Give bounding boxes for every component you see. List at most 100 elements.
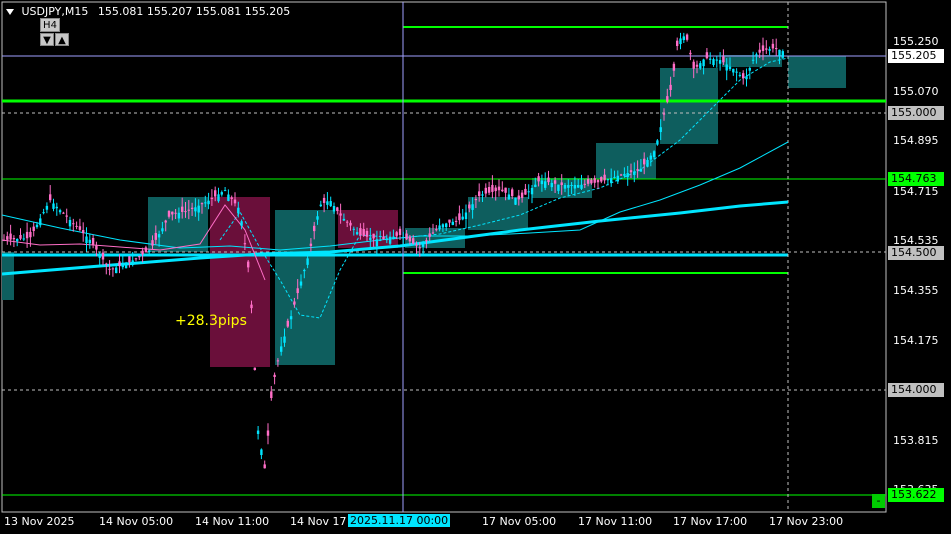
candle-body	[738, 74, 742, 76]
candle-body	[689, 52, 692, 55]
candle-body	[39, 218, 42, 226]
candle-body	[276, 360, 280, 362]
price-chart[interactable]: USDJPY,M15 155.081 155.207 155.081 155.2…	[0, 0, 951, 534]
candle-body	[190, 207, 194, 209]
candle-body	[491, 184, 494, 192]
candle-body	[124, 263, 128, 269]
candle-body	[240, 221, 243, 226]
timeframe-button[interactable]: H4	[40, 18, 60, 32]
candle-body	[362, 228, 365, 236]
candle-body	[329, 201, 332, 207]
candle-body	[636, 169, 639, 171]
candle-body	[174, 212, 177, 214]
candle-body	[408, 236, 412, 242]
candle-body	[768, 49, 771, 51]
candle-body	[233, 199, 237, 204]
candle-body	[471, 204, 474, 210]
dropdown-triangle-icon[interactable]	[6, 9, 14, 15]
minus-button[interactable]: -	[872, 494, 885, 508]
candles-group	[2, 32, 784, 469]
candle-body	[428, 233, 431, 237]
time-label: 14 Nov 05:00	[99, 515, 174, 528]
candle-body	[82, 229, 85, 234]
candle-body	[613, 176, 616, 178]
candle-body	[372, 233, 375, 239]
candle-body	[62, 212, 65, 214]
candle-body	[339, 213, 342, 216]
candle-body	[577, 185, 580, 188]
candle-body	[270, 391, 273, 398]
candle-body	[454, 220, 458, 222]
candle-body	[672, 63, 676, 71]
candle-body	[336, 207, 339, 211]
candle-body	[35, 224, 39, 228]
candle-body	[656, 140, 659, 145]
candle-body	[121, 264, 124, 268]
candle-body	[748, 68, 751, 71]
candle-body	[58, 210, 62, 213]
level-label-155000: 155.000	[888, 106, 944, 120]
candle-body	[514, 197, 517, 205]
candle-body	[507, 194, 511, 200]
candle-body	[593, 178, 596, 183]
candle-body	[108, 268, 111, 270]
candle-body	[131, 260, 134, 266]
candle-body	[402, 237, 405, 239]
timeframe-up-arrow-icon[interactable]: ▲	[55, 33, 69, 46]
candle-body	[481, 194, 484, 196]
candle-body	[735, 71, 738, 73]
candle-body	[289, 316, 293, 320]
candle-body	[319, 204, 322, 207]
candle-body	[745, 76, 748, 80]
candle-body	[326, 201, 329, 205]
zone-box-teal	[788, 56, 846, 88]
candle-body	[280, 346, 283, 352]
candle-body	[111, 268, 115, 270]
candle-body	[765, 48, 768, 50]
candle-body	[220, 192, 223, 195]
candle-body	[775, 48, 778, 50]
time-label: 17 Nov 17:00	[673, 515, 748, 528]
candle-body	[560, 182, 563, 185]
time-label: 14 Nov 11:00	[195, 515, 270, 528]
candle-body	[629, 170, 633, 173]
candle-body	[590, 179, 593, 184]
candle-body	[382, 236, 385, 240]
candle-body	[299, 281, 303, 286]
candle-body	[68, 220, 72, 227]
candle-body	[709, 58, 712, 60]
candle-body	[725, 64, 728, 71]
candle-body	[118, 261, 121, 267]
level-label-154763: 154.763	[888, 172, 944, 186]
candle-body	[524, 188, 527, 195]
time-label: 14 Nov 17	[290, 515, 347, 528]
candle-body	[365, 230, 369, 237]
candle-body	[359, 228, 362, 236]
candle-body	[702, 59, 705, 67]
candle-body	[375, 239, 379, 247]
candle-body	[718, 60, 722, 64]
candle-body	[666, 96, 669, 102]
candle-body	[603, 174, 606, 181]
zone-box-maroon	[210, 197, 270, 367]
candle-body	[606, 179, 610, 181]
candle-body	[425, 240, 428, 242]
candle-body	[42, 212, 45, 214]
candle-body	[517, 195, 520, 200]
candle-body	[352, 228, 355, 230]
candle-body	[286, 320, 289, 327]
candle-body	[237, 207, 240, 214]
zone-box-teal	[2, 252, 14, 300]
candle-body	[504, 187, 507, 193]
candle-body	[421, 244, 425, 247]
candle-body	[544, 181, 547, 188]
candle-body	[184, 211, 187, 213]
ohlc-values: 155.081 155.207 155.081 155.205	[97, 5, 291, 18]
timeframe-down-arrow-icon[interactable]: ▼	[40, 33, 54, 46]
candle-body	[177, 212, 181, 219]
chart-canvas[interactable]	[0, 0, 951, 534]
candle-body	[540, 180, 544, 185]
candle-body	[72, 223, 75, 225]
candle-body	[712, 59, 715, 66]
candle-body	[342, 218, 346, 221]
